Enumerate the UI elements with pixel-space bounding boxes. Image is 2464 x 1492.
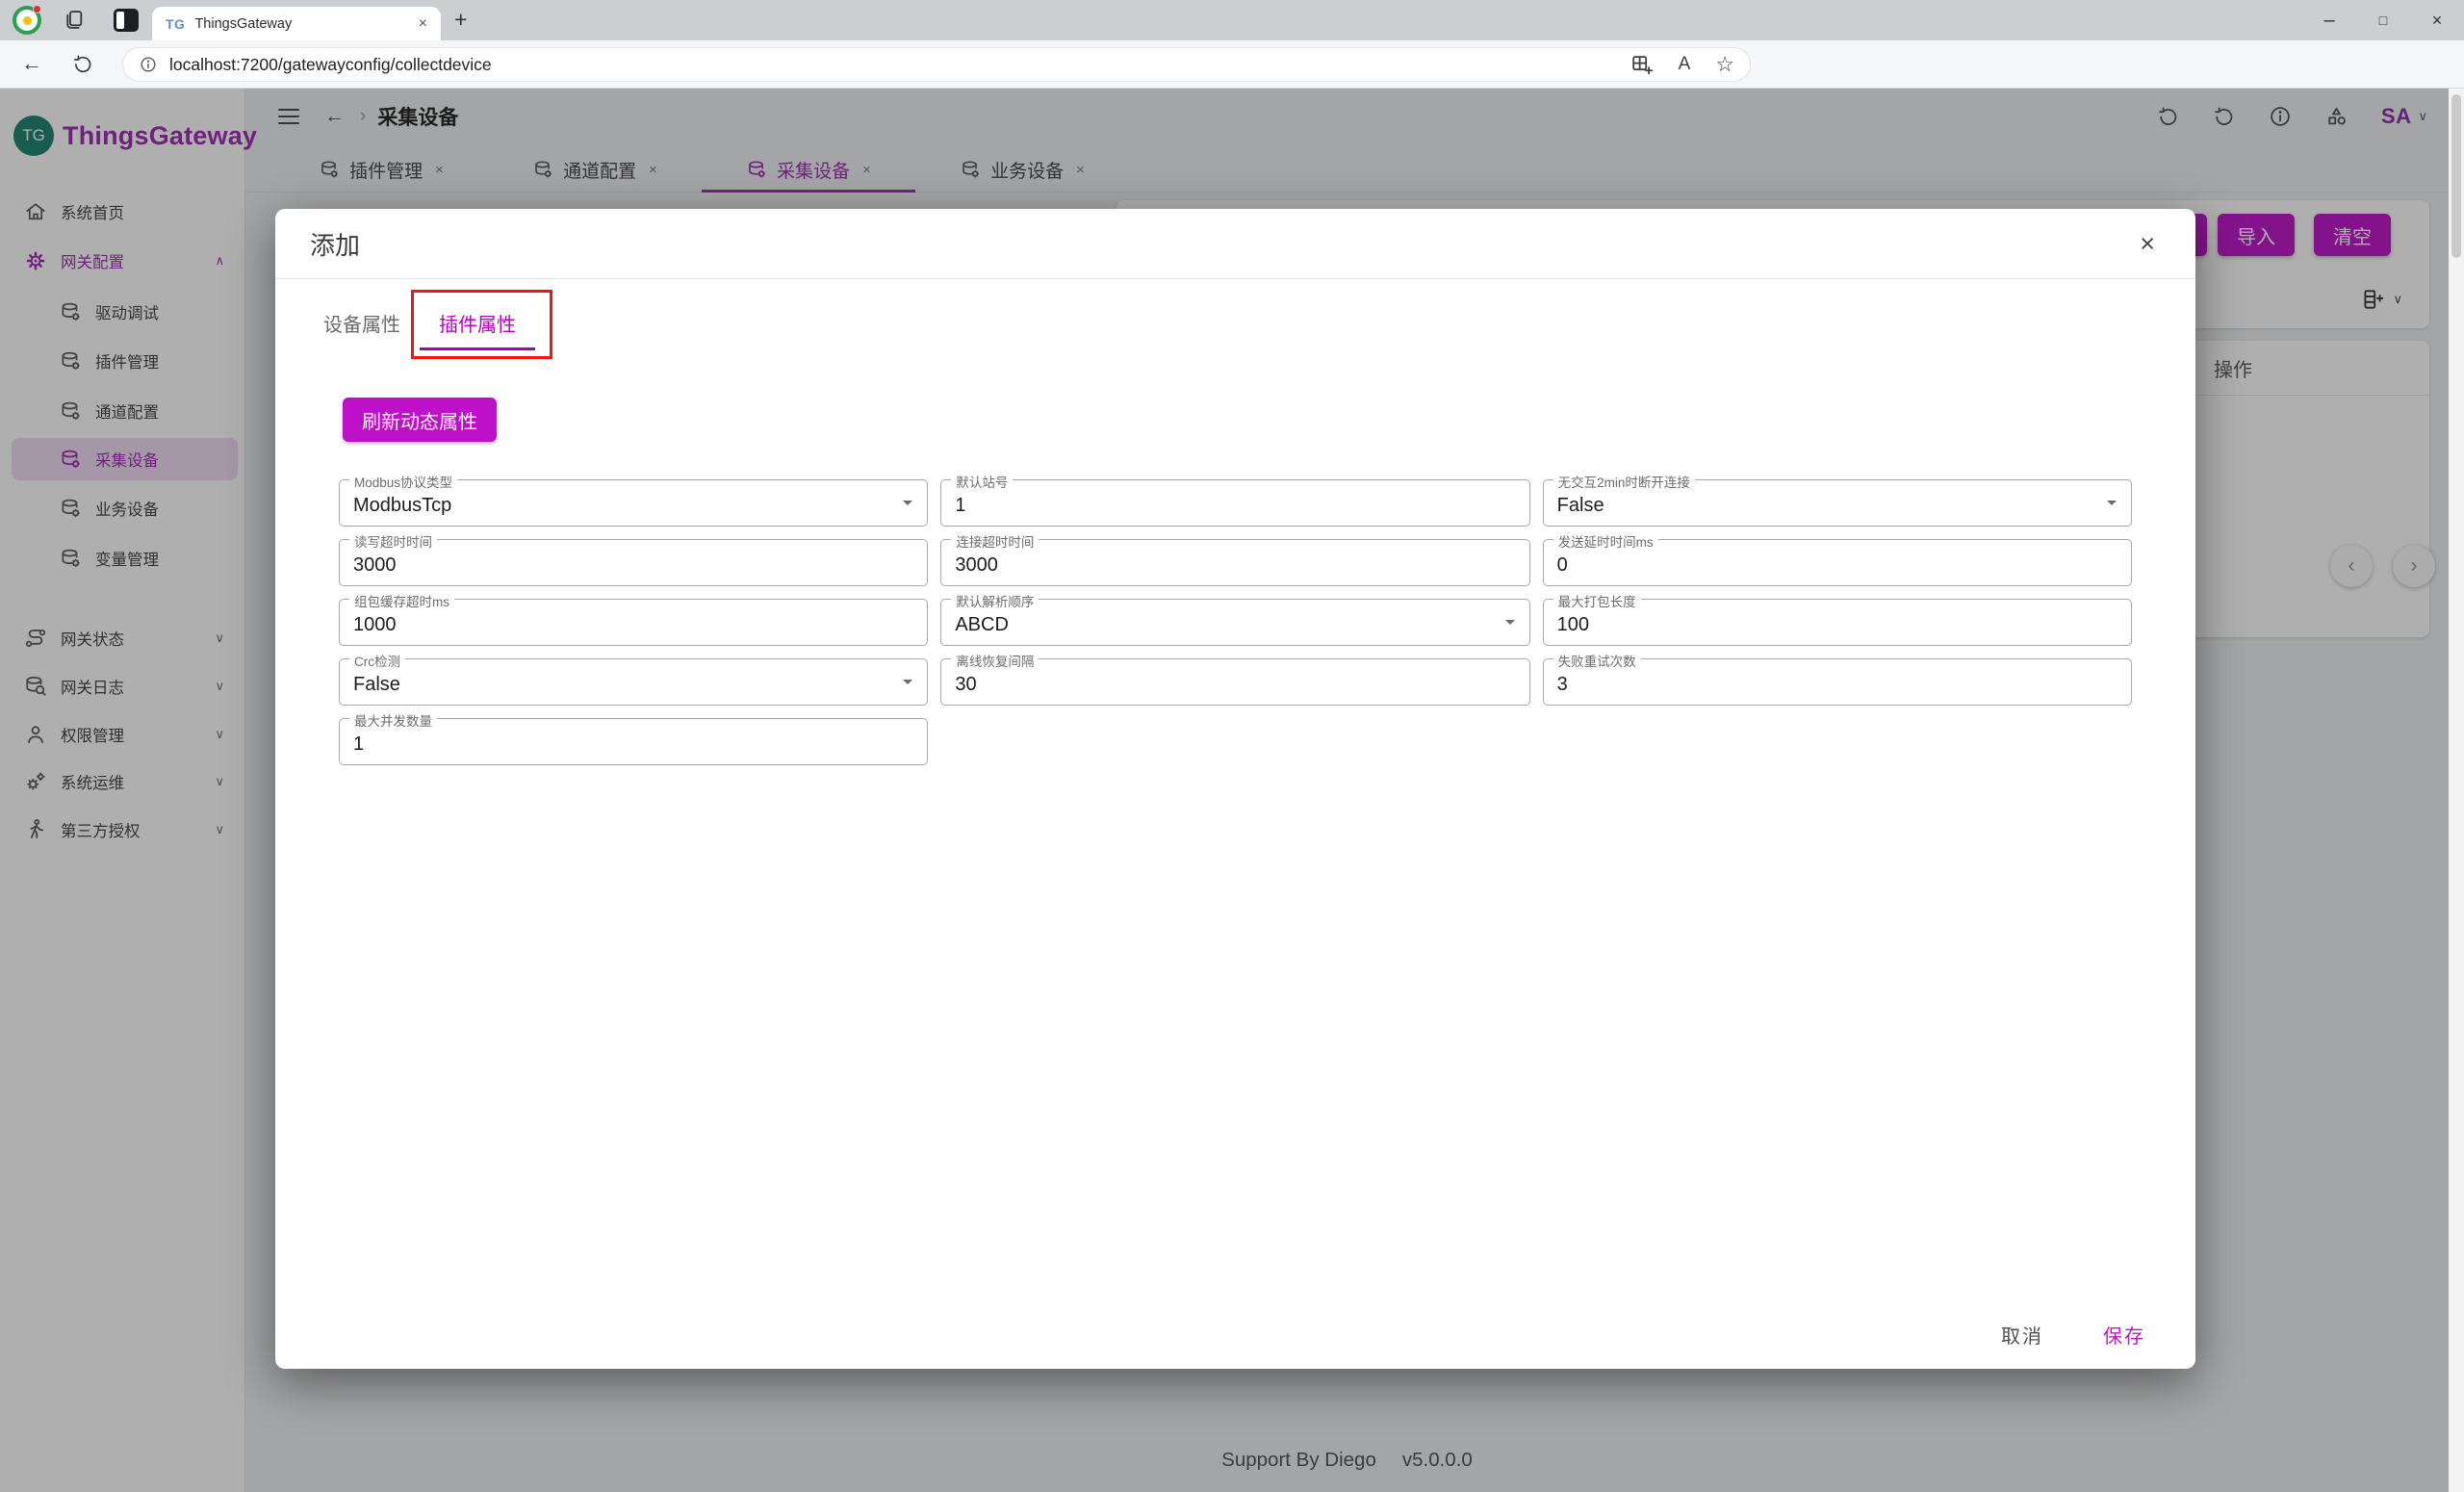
field-label: 组包缓存超时ms <box>349 591 454 610</box>
site-info-icon[interactable] <box>139 55 158 74</box>
tab-plugin-properties[interactable]: 插件属性 <box>411 290 552 359</box>
crc-check-select[interactable] <box>340 659 928 705</box>
screen: TG ThingsGateway × + – □ × ← localhost:7… <box>0 0 2464 1492</box>
annotation-red-box <box>411 290 552 359</box>
field-parse-order: 默认解析顺序 <box>940 591 1530 646</box>
dropdown-caret-icon <box>2106 501 2117 510</box>
field-connect-timeout: 连接超时时间 <box>940 531 1530 586</box>
browser-tab[interactable]: TG ThingsGateway × <box>152 7 441 40</box>
field-disconnect-idle: 无交互2min时断开连接 <box>1542 472 2132 527</box>
field-label: Crc检测 <box>349 651 405 670</box>
default-station-input[interactable] <box>941 480 1529 526</box>
split-new-tab-icon[interactable] <box>1630 53 1654 77</box>
dialog-header: 添加 × <box>275 209 2195 279</box>
field-label: 失败重试次数 <box>1553 651 1641 670</box>
profile-core <box>23 16 32 25</box>
field-label: 默认解析顺序 <box>951 591 1040 610</box>
field-send-delay: 发送延时时间ms <box>1542 531 2132 586</box>
sidebar-toggle-icon[interactable] <box>114 9 139 32</box>
dialog-tab-label: 设备属性 <box>323 314 400 336</box>
field-rw-timeout: 读写超时时间 <box>339 531 929 586</box>
field-label: 默认站号 <box>951 472 1014 491</box>
url-text[interactable]: localhost:7200/gatewayconfig/collectdevi… <box>169 55 492 75</box>
field-default-station: 默认站号 <box>940 472 1530 527</box>
dialog-title: 添加 <box>310 230 361 260</box>
browser-tab-strip: TG ThingsGateway × + – □ × <box>0 0 2464 40</box>
field-label: 读写超时时间 <box>349 531 437 551</box>
dropdown-caret-icon <box>903 501 913 510</box>
tab-title: ThingsGateway <box>194 15 293 32</box>
field-label: 无交互2min时断开连接 <box>1553 472 1695 491</box>
window-controls: – □ × <box>2302 0 2464 40</box>
browser-toolbar: ← localhost:7200/gatewayconfig/collectde… <box>0 40 2464 121</box>
dropdown-caret-icon <box>1504 620 1515 630</box>
field-fail-retry-count: 失败重试次数 <box>1542 651 2132 706</box>
address-bar-actions: A ☆ <box>1630 52 1734 77</box>
notification-dot <box>33 5 41 13</box>
dropdown-caret-icon <box>903 680 913 689</box>
workspaces-icon[interactable] <box>62 8 86 32</box>
dialog-footer: 取消 保存 <box>275 1299 2195 1369</box>
reload-icon[interactable] <box>71 53 94 76</box>
refresh-dynamic-props-button[interactable]: 刷新动态属性 <box>343 398 497 442</box>
field-label: 离线恢复间隔 <box>951 651 1040 670</box>
field-modbus-protocol: Modbus协议类型 <box>339 472 929 527</box>
dialog-close-icon[interactable]: × <box>2140 230 2155 257</box>
field-label: 发送延时时间ms <box>1553 531 1658 551</box>
address-bar[interactable]: localhost:7200/gatewayconfig/collectdevi… <box>122 47 1751 82</box>
plugin-properties-form: Modbus协议类型 默认站号 无交互2min时断开连接 读写超时时间 <box>339 472 2132 765</box>
field-offline-recover-interval: 离线恢复间隔 <box>940 651 1530 706</box>
window-close-button[interactable]: × <box>2410 0 2464 40</box>
add-device-dialog: 添加 × 设备属性 插件属性 刷新动态属性 Modbus协议类型 ModbusT… <box>275 209 2195 1369</box>
tab-close-icon[interactable]: × <box>415 15 431 33</box>
dialog-tabs: 设备属性 插件属性 <box>304 290 2195 359</box>
cancel-button[interactable]: 取消 <box>1995 1320 2049 1350</box>
back-icon[interactable]: ← <box>21 51 42 76</box>
new-tab-button[interactable]: + <box>454 6 467 33</box>
read-aloud-icon[interactable]: A <box>1679 54 1691 75</box>
field-pack-cache-timeout: 组包缓存超时ms <box>339 591 929 646</box>
field-max-pack-length: 最大打包长度 <box>1542 591 2132 646</box>
browser-profile-icon[interactable] <box>13 5 41 35</box>
field-label: Modbus协议类型 <box>349 472 458 491</box>
scrollbar-thumb[interactable] <box>2451 94 2461 258</box>
field-label: 最大并发数量 <box>349 710 437 730</box>
maximize-button[interactable]: □ <box>2356 0 2410 40</box>
favorite-star-icon[interactable]: ☆ <box>1715 52 1734 77</box>
minimize-button[interactable]: – <box>2302 0 2356 40</box>
tab-device-properties[interactable]: 设备属性 <box>304 295 420 350</box>
field-label: 最大打包长度 <box>1553 591 1641 610</box>
save-button[interactable]: 保存 <box>2097 1320 2151 1350</box>
field-label: 连接超时时间 <box>951 531 1040 551</box>
app-page: TG ThingsGateway 系统首页 网关配置 ∧ 驱动调试 插件管理 通… <box>0 89 2464 1492</box>
tab-favicon: TG <box>166 15 186 32</box>
field-crc-check: Crc检测 <box>339 651 929 706</box>
sidebar-toggle-bar <box>116 12 124 29</box>
field-max-concurrency: 最大并发数量 <box>339 710 929 765</box>
page-scrollbar[interactable] <box>2449 89 2464 1492</box>
